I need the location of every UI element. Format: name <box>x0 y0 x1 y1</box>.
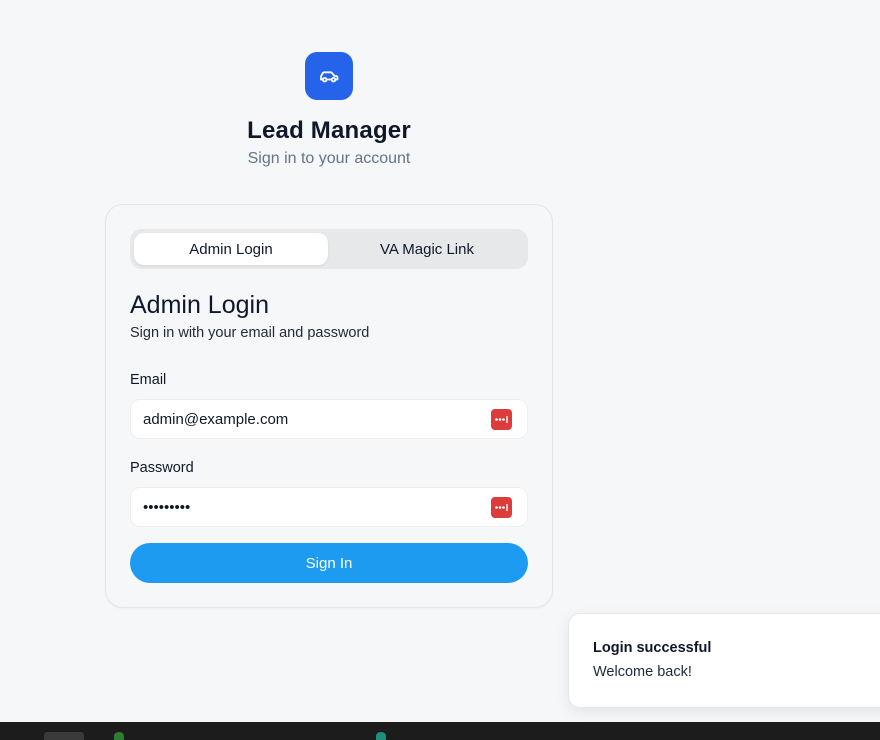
app-title: Lead Manager <box>247 117 411 144</box>
toast-notification: Login successful Welcome back! <box>568 613 880 708</box>
password-field[interactable] <box>131 488 471 526</box>
app-subtitle: Sign in to your account <box>247 150 411 167</box>
login-card: Admin Login VA Magic Link Admin Login Si… <box>105 204 553 608</box>
login-tabs: Admin Login VA Magic Link <box>130 229 528 269</box>
tab-admin-login[interactable]: Admin Login <box>134 233 328 265</box>
sign-in-button[interactable]: Sign In <box>130 543 528 583</box>
form-title: Admin Login <box>130 291 269 319</box>
taskbar-item[interactable] <box>376 732 386 740</box>
email-field-wrapper <box>130 399 528 439</box>
car-icon <box>320 71 339 83</box>
email-field[interactable] <box>131 400 471 438</box>
tab-va-magic-link[interactable]: VA Magic Link <box>330 233 524 265</box>
taskbar <box>0 722 880 740</box>
email-label: Email <box>130 372 167 388</box>
password-manager-icon[interactable] <box>491 409 512 430</box>
password-label: Password <box>130 460 194 476</box>
password-field-wrapper <box>130 487 528 527</box>
form-subtitle: Sign in with your email and password <box>130 325 370 341</box>
password-manager-icon[interactable] <box>491 497 512 518</box>
toast-title: Login successful <box>593 640 712 656</box>
taskbar-item[interactable] <box>44 732 84 740</box>
app-logo <box>305 52 353 100</box>
toast-description: Welcome back! <box>593 664 692 680</box>
taskbar-item[interactable] <box>114 732 124 740</box>
login-page: Lead Manager Sign in to your account Adm… <box>0 0 880 740</box>
